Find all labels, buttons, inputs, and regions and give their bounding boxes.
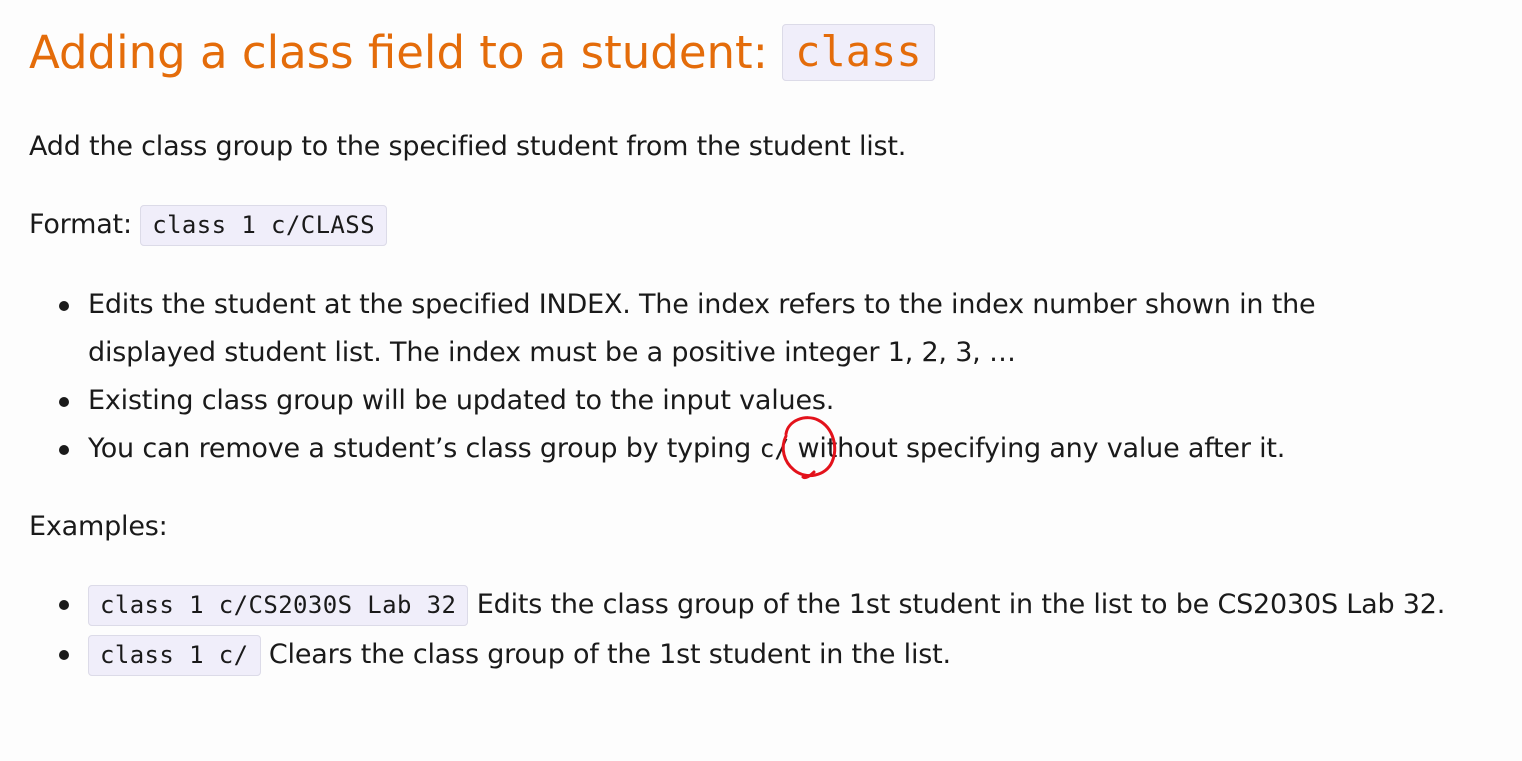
list-item: class 1 c/CS2030S Lab 32 Edits the class…: [29, 580, 1488, 630]
note-text: Existing class group will be updated to …: [88, 385, 835, 416]
examples-label: Examples:: [29, 511, 168, 542]
heading-command-code: class: [782, 24, 935, 81]
list-item: Existing class group will be updated to …: [29, 377, 1499, 425]
heading-text: Adding a class field to a student:: [29, 26, 783, 79]
format-label: Format:: [29, 209, 141, 240]
section-heading: Adding a class field to a student: class: [29, 21, 935, 86]
note-text: Edits the student at the specified INDEX…: [88, 289, 1316, 368]
example-code: class 1 c/CS2030S Lab 32: [88, 585, 469, 626]
list-item: class 1 c/ Clears the class group of the…: [29, 630, 1499, 680]
list-item: You can remove a student’s class group b…: [29, 425, 1499, 473]
examples-list: class 1 c/CS2030S Lab 32 Edits the class…: [29, 580, 1499, 680]
format-code: class 1 c/CLASS: [140, 205, 387, 246]
note-text: without specifying any value after it.: [789, 433, 1286, 464]
notes-list: Edits the student at the specified INDEX…: [29, 281, 1499, 473]
example-text: Clears the class group of the 1st studen…: [260, 639, 951, 670]
example-code: class 1 c/: [88, 635, 261, 676]
intro-paragraph: Add the class group to the specified stu…: [29, 131, 907, 162]
example-text: Edits the class group of the 1st student…: [468, 589, 1446, 620]
note-inline-code: c/: [759, 434, 790, 463]
format-paragraph: Format: class 1 c/CLASS: [29, 201, 387, 249]
list-item: Edits the student at the specified INDEX…: [29, 281, 1398, 377]
note-text: You can remove a student’s class group b…: [88, 433, 760, 464]
